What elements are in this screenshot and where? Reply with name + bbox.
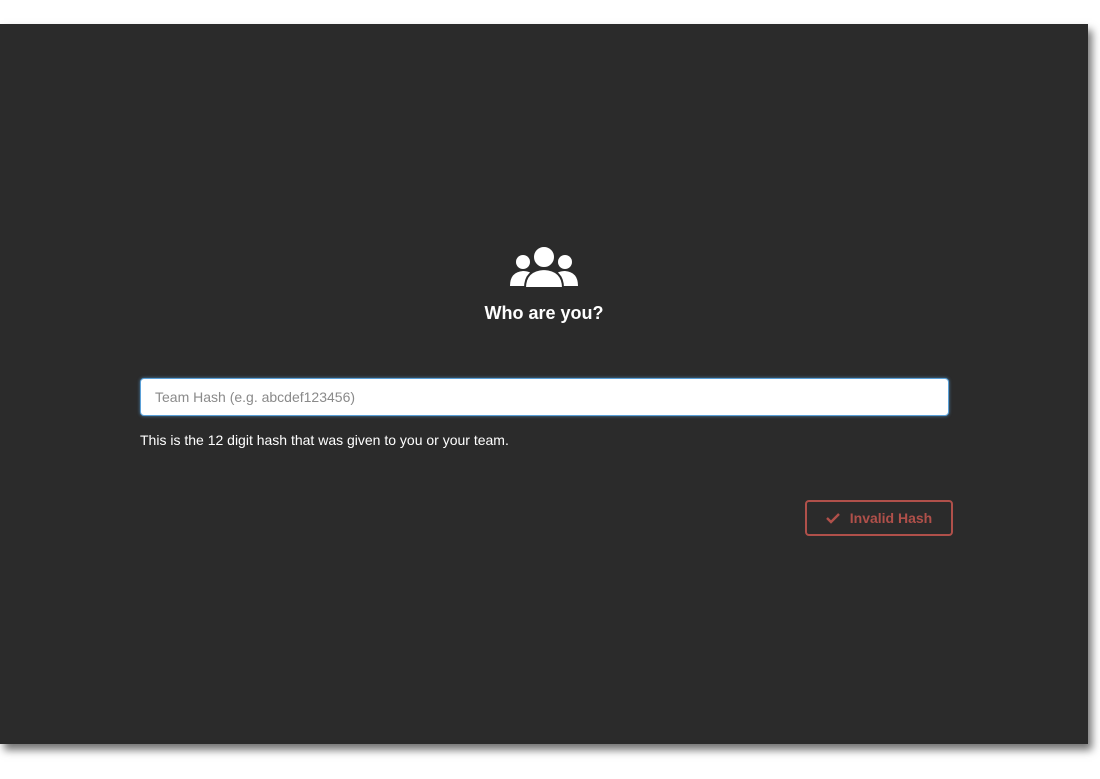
submit-hash-label: Invalid Hash bbox=[849, 510, 933, 526]
users-icon bbox=[510, 245, 578, 288]
login-panel: Who are you? This is the 12 digit hash t… bbox=[0, 24, 1096, 752]
torn-edge-right bbox=[1086, 24, 1096, 744]
hash-help-text: This is the 12 digit hash that was given… bbox=[140, 432, 509, 448]
torn-edge-bottom bbox=[0, 742, 1088, 752]
check-icon bbox=[825, 513, 840, 524]
page-title: Who are you? bbox=[484, 303, 604, 323]
submit-hash-button[interactable]: Invalid Hash bbox=[805, 500, 953, 536]
team-hash-input[interactable] bbox=[140, 378, 949, 416]
identity-header: Who are you? bbox=[0, 244, 1088, 324]
